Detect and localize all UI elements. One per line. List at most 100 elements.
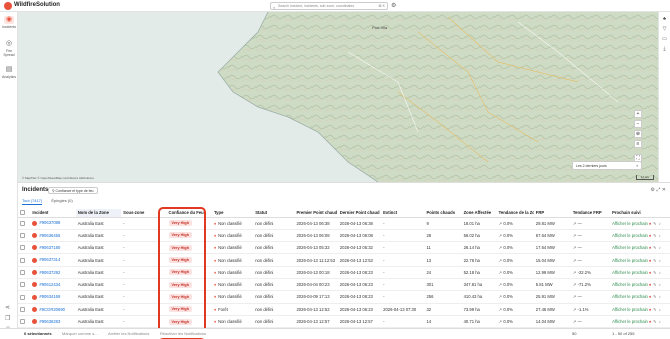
incident-id-link[interactable]: #90637314 [39,257,60,262]
row-checkbox[interactable] [18,290,31,304]
row-checkbox[interactable] [18,278,31,292]
tab-pinned[interactable]: Épingles (0) [51,198,72,204]
incident-id-link[interactable]: #90636283 [39,319,60,324]
next-followup-link[interactable]: Afficher le prochain [612,233,648,238]
table-row[interactable]: #90634169 Australia East - Very High ♦ Non cl… [18,290,670,304]
next-followup-link[interactable]: Afficher le prochain [612,307,648,312]
notification-icon[interactable]: ♪ [659,233,661,238]
next-followup-link[interactable]: Afficher le prochain [612,319,648,324]
col-frp[interactable]: FRP [533,209,571,218]
stop-notifications-button[interactable]: Arrêter les Notifications [108,331,149,336]
edit-icon[interactable]: ✎ [653,245,657,250]
incident-id-link[interactable]: #90636455 [39,233,60,238]
table-row[interactable]: #90636455 Australia East - Very High ♦ Non cl… [18,229,670,243]
next-followup-link[interactable]: Afficher le prochain [612,294,648,299]
resume-notifications-button[interactable]: Réactiver les Notifications [160,331,206,336]
incident-cell[interactable]: #90636455 [30,229,76,243]
share-icon[interactable]: ⋖ [5,304,10,311]
next-followup-link[interactable]: Afficher le prochain [612,258,648,263]
notification-icon[interactable]: ♪ [659,307,661,312]
notification-icon[interactable]: ♪ [659,258,661,263]
notification-icon[interactable]: ♪ [659,245,661,250]
notification-icon[interactable]: ♪ [659,319,661,324]
bell-icon[interactable]: ♦ [649,307,651,312]
table-row[interactable]: #90636283 Australia East - Very High ♦ Non cl… [18,315,670,329]
expand-icon[interactable]: ⤢ [656,187,660,193]
next-followup-link[interactable]: Afficher le prochain [612,270,648,275]
incident-cell[interactable]: #90636283 [30,315,76,329]
bell-icon[interactable]: ♦ [649,319,651,324]
notification-icon[interactable]: ♪ [659,270,661,275]
col-area-trend[interactable]: Tendance de la Zo [496,209,534,218]
col-last-hotspot[interactable]: Dernier Point chaud [337,209,382,218]
notification-icon[interactable]: ♪ [659,282,661,287]
next-followup-link[interactable]: Afficher le prochain [612,221,648,226]
incident-id-link[interactable]: #9CGR20690 [39,307,65,312]
tab-all[interactable]: Tout (7417) [22,198,43,205]
row-checkbox[interactable] [18,303,31,316]
edit-icon[interactable]: ✎ [653,258,657,263]
bell-icon[interactable]: ♦ [649,282,651,287]
tree-icon[interactable]: ♣ [659,16,670,22]
sidebar-item-incidents[interactable]: ◉ Incidents [0,16,18,29]
col-frp-trend[interactable]: Tendance FRP [570,209,611,218]
table-row[interactable]: #9CGR20690 Australia East - Very High ♦ Forêt… [18,303,670,316]
incident-id-link[interactable]: #90634169 [39,294,60,299]
row-checkbox[interactable] [18,253,31,267]
zoom-out-button[interactable]: − [634,120,642,128]
table-row[interactable]: #90637292 Australia East - Very High ♦ Non cl… [18,266,670,279]
bell-icon[interactable]: ♦ [649,245,651,250]
page-size-select[interactable]: 50 [572,331,576,336]
mark-as-button[interactable]: Marquer comme s... [62,331,98,336]
incident-cell[interactable]: #90637314 [30,253,76,267]
edit-icon[interactable]: ✎ [653,282,657,287]
bell-icon[interactable]: ♦ [649,270,651,275]
incident-id-link[interactable]: #90637180 [39,245,60,250]
table-row[interactable]: #90612434 Australia East - Very High ♦ Non cl… [18,278,670,292]
confidence-filter-chip[interactable]: ⚲ Confiance et type de feu [48,187,98,194]
incident-cell[interactable]: #90637180 [30,241,76,255]
notification-icon[interactable]: ♪ [659,294,661,299]
col-extinct[interactable]: Extinct [381,209,425,218]
incident-cell[interactable]: #90637292 [30,266,76,279]
zoom-in-button[interactable]: + [634,110,642,118]
table-row[interactable]: #90637314 Australia East - Very High ♦ Non cl… [18,253,670,267]
compass-icon[interactable]: ⊕ [634,130,642,138]
col-type[interactable]: Type [211,209,254,218]
settings-icon[interactable]: ⚙ [651,187,655,193]
select-all-checkbox[interactable] [18,209,31,218]
edit-icon[interactable]: ✎ [653,233,657,238]
col-first-hotspot[interactable]: Premier Point chaud [294,209,338,218]
bell-icon[interactable]: ♦ [649,294,651,299]
bell-icon[interactable]: ♦ [649,233,651,238]
edit-icon[interactable]: ✎ [653,221,657,226]
time-range-selector[interactable]: Les 2 derniers jours ▾ [572,161,642,170]
table-row[interactable]: #90637088 Australia East - Very High ♦ Non cl… [18,217,670,230]
incident-id-link[interactable]: #90612434 [39,282,60,287]
notification-icon[interactable]: ♪ [659,221,661,226]
map-layers-icon[interactable]: ≡ [634,140,642,148]
incident-id-link[interactable]: #90637292 [39,270,60,275]
incident-cell[interactable]: #9CGR20690 [30,303,76,316]
col-next-followup[interactable]: Prochain suivi [610,209,670,218]
settings-icon[interactable]: ⚙ [391,2,396,9]
next-followup-link[interactable]: Afficher le prochain [612,245,648,250]
row-checkbox[interactable] [18,241,31,255]
next-followup-link[interactable]: Afficher le prochain [612,282,648,287]
layers-icon[interactable]: ❐ [5,315,10,322]
edit-icon[interactable]: ✎ [653,270,657,275]
row-checkbox[interactable] [18,229,31,243]
col-status[interactable]: Statut [253,209,295,218]
bell-icon[interactable]: ♦ [649,221,651,226]
edit-icon[interactable]: ✎ [653,319,657,324]
close-icon[interactable]: ✕ [662,187,666,193]
filter-icon[interactable]: ▽ [659,26,670,32]
incident-cell[interactable]: #90612434 [30,278,76,292]
search-input[interactable]: ⌕ Search incident, incidents, sub zone, … [270,2,388,10]
download-icon[interactable]: ⤓ [659,46,670,52]
col-hotspots[interactable]: Points chauds [424,209,462,218]
incident-id-link[interactable]: #90637088 [39,220,60,225]
edit-icon[interactable]: ✎ [653,307,657,312]
col-incident[interactable]: Incident [30,209,76,218]
incident-cell[interactable]: #90637088 [30,217,76,230]
